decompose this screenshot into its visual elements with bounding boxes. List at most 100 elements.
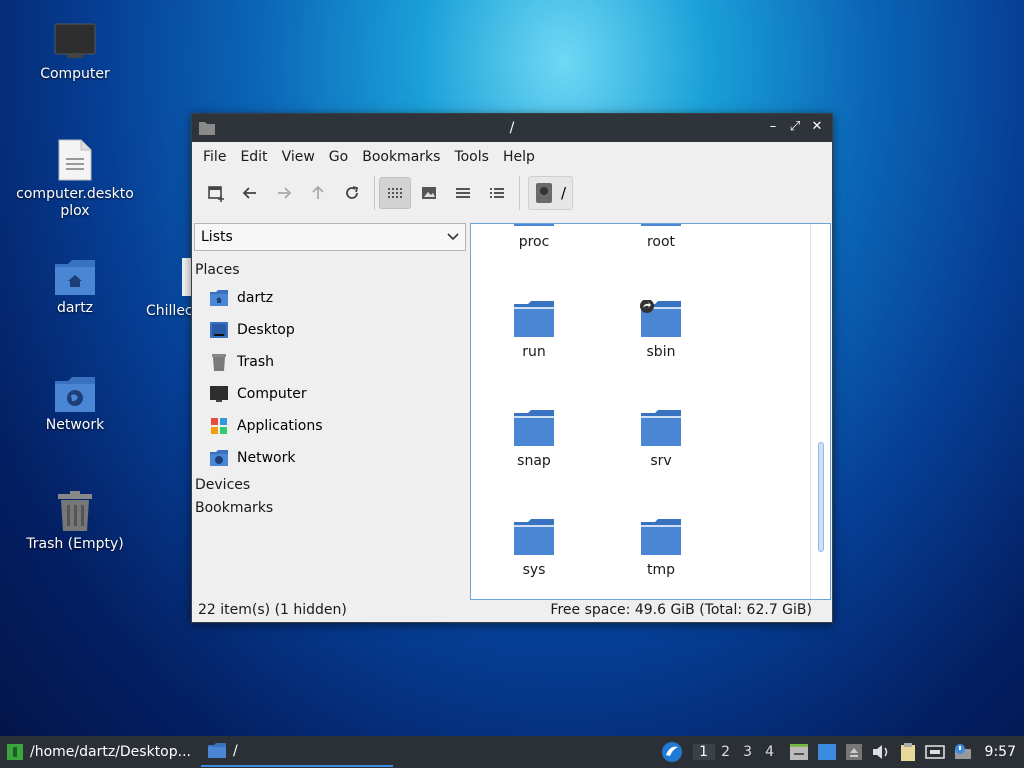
- desktop-icon-label: dartz: [56, 300, 94, 316]
- folder-label: proc: [518, 234, 550, 250]
- window-titlebar[interactable]: / – ⤢ ✕: [192, 114, 832, 142]
- maximize-button[interactable]: ⤢: [786, 118, 804, 136]
- menu-file[interactable]: File: [196, 149, 233, 165]
- folder-item-sys[interactable]: sys: [484, 518, 584, 578]
- status-free-space: Free space: 49.6 GiB (Total: 62.7 GiB): [550, 602, 812, 618]
- icon-view-button[interactable]: [379, 177, 411, 209]
- desktop-icon-partial[interactable]: Chillec: [146, 258, 191, 323]
- folder-label: root: [646, 234, 676, 250]
- workspace-2[interactable]: 2: [715, 744, 737, 760]
- workspace-1[interactable]: 1: [692, 744, 715, 760]
- detailed-view-button[interactable]: [481, 177, 513, 209]
- folder-item-root[interactable]: root: [611, 224, 711, 250]
- reload-button[interactable]: [336, 177, 368, 209]
- section-bookmarks[interactable]: Bookmarks: [193, 497, 467, 520]
- menu-view[interactable]: View: [275, 149, 322, 165]
- arrow-left-icon: [242, 187, 256, 199]
- network-folder-icon: [55, 377, 95, 412]
- network-status-icon[interactable]: [924, 743, 945, 761]
- sidebar-item-trash[interactable]: Trash: [193, 346, 467, 378]
- minimize-button[interactable]: –: [764, 118, 782, 136]
- window-title: /: [509, 120, 515, 136]
- folder-icon: [208, 743, 226, 758]
- menu-go[interactable]: Go: [322, 149, 355, 165]
- document-icon: [58, 139, 92, 181]
- statusbar: 22 item(s) (1 hidden) Free space: 49.6 G…: [192, 598, 832, 622]
- folder-icon: [641, 410, 681, 446]
- section-places[interactable]: Places: [193, 259, 467, 282]
- forward-button[interactable]: [268, 177, 300, 209]
- sidebar-item-label: Desktop: [237, 322, 295, 338]
- folder-item-run[interactable]: run: [484, 300, 584, 360]
- grid-view-icon: [388, 188, 402, 198]
- path-bar[interactable]: /: [528, 176, 574, 210]
- applications-icon: [209, 416, 229, 436]
- task-terminal[interactable]: /home/dartz/Desktop...: [0, 737, 197, 767]
- vertical-scrollbar-thumb[interactable]: [818, 442, 824, 552]
- volume-icon[interactable]: [871, 743, 891, 761]
- sidebar-item-label: dartz: [237, 290, 274, 306]
- path-bar-empty[interactable]: [573, 176, 832, 210]
- terminal-icon: [7, 744, 23, 760]
- section-devices[interactable]: Devices: [193, 474, 467, 497]
- file-view[interactable]: proc root run sbin snap srv sys tmp: [470, 223, 831, 600]
- file-manager-window[interactable]: / – ⤢ ✕ File Edit View Go Bookmarks Tool…: [191, 113, 833, 623]
- clock[interactable]: 9:57: [985, 744, 1016, 760]
- sidebar-item-applications[interactable]: Applications: [193, 410, 467, 442]
- compact-view-button[interactable]: [447, 177, 479, 209]
- folder-icon: [641, 519, 681, 555]
- menu-bookmarks[interactable]: Bookmarks: [355, 149, 447, 165]
- task-file-manager[interactable]: /: [201, 737, 393, 767]
- folder-item-sbin[interactable]: sbin: [611, 300, 711, 360]
- desktop-icon-trash[interactable]: Trash (Empty): [10, 490, 140, 553]
- folder-item-tmp[interactable]: tmp: [611, 518, 711, 578]
- lubuntu-logo-icon[interactable]: [661, 741, 683, 763]
- workspace-3[interactable]: 3: [737, 744, 759, 760]
- clipboard-icon[interactable]: [899, 742, 917, 762]
- desktop-icon: [209, 320, 229, 340]
- thumbnail-view-button[interactable]: [413, 177, 445, 209]
- folder-item-proc[interactable]: proc: [484, 224, 584, 250]
- sidebar-item-computer[interactable]: Computer: [193, 378, 467, 410]
- arrow-right-icon: [278, 187, 292, 199]
- chevron-down-icon: [447, 233, 459, 241]
- sidebar-mode-select[interactable]: Lists: [194, 223, 466, 251]
- sidebar-item-label: Trash: [237, 354, 274, 370]
- system-tray: [789, 742, 973, 762]
- workspace-4[interactable]: 4: [759, 744, 781, 760]
- up-button[interactable]: [302, 177, 334, 209]
- sidebar-item-desktop[interactable]: Desktop: [193, 314, 467, 346]
- desktop-icon-computer[interactable]: Computer: [10, 22, 140, 83]
- close-button[interactable]: ✕: [808, 118, 826, 136]
- folder-icon: [514, 301, 554, 337]
- network-folder-icon: [209, 448, 229, 468]
- sidebar-item-network[interactable]: Network: [193, 442, 467, 474]
- folder-icon: [514, 224, 554, 226]
- desktop-icon-label: plox: [60, 203, 90, 219]
- minimize-all-icon[interactable]: [789, 743, 809, 761]
- show-desktop-icon[interactable]: [817, 743, 837, 761]
- new-tab-button[interactable]: [200, 177, 232, 209]
- folder-icon: [199, 122, 215, 135]
- folder-item-srv[interactable]: srv: [611, 409, 711, 469]
- update-notifier-icon[interactable]: [953, 743, 973, 761]
- folder-icon: [641, 224, 681, 226]
- sidebar-item-dartz[interactable]: dartz: [193, 282, 467, 314]
- task-label: /home/dartz/Desktop...: [30, 744, 191, 760]
- desktop-icon-network[interactable]: Network: [10, 375, 140, 434]
- folder-item-snap[interactable]: snap: [484, 409, 584, 469]
- sidebar-item-label: Applications: [237, 418, 323, 434]
- image-icon: [422, 187, 436, 199]
- desktop-icon-dartz[interactable]: dartz: [10, 258, 140, 317]
- menu-tools[interactable]: Tools: [447, 149, 496, 165]
- detailed-list-icon: [490, 188, 504, 198]
- desktop-icon-label: Network: [45, 417, 105, 433]
- menu-edit[interactable]: Edit: [233, 149, 274, 165]
- back-button[interactable]: [234, 177, 266, 209]
- desktop-icon-label: Chillec: [146, 303, 191, 319]
- sidebar: Lists Places dartz Desktop Trash Compute…: [193, 222, 467, 600]
- eject-icon[interactable]: [845, 743, 863, 761]
- sidebar-item-label: Computer: [237, 386, 307, 402]
- menu-help[interactable]: Help: [496, 149, 542, 165]
- desktop-icon-computer-desktop-file[interactable]: computer.deskto plox: [10, 138, 140, 220]
